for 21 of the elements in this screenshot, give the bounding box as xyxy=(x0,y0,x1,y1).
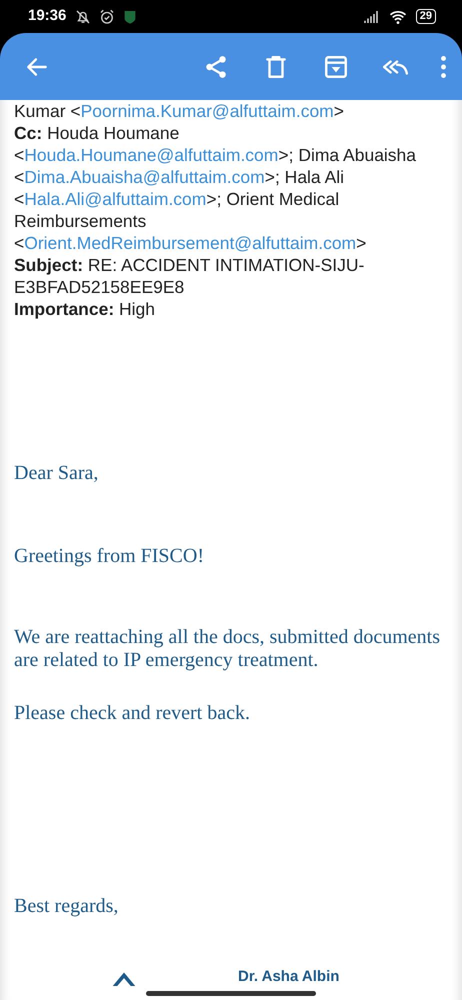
shield-icon xyxy=(122,8,138,24)
email-paragraph: We are reattaching all the docs, submitted documents are related to IP emergency treatment. xyxy=(13,626,442,672)
email-link[interactable]: Poornima.Kumar@alfuttaim.com xyxy=(80,101,334,121)
header-line: Subject: RE: ACCIDENT INTIMATION-SIJU-E3BFAD52158EE9E8 xyxy=(13,254,366,298)
email-link[interactable]: Orient.MedReimbursement@alfuttaim.com xyxy=(24,233,356,253)
trash-icon xyxy=(263,54,289,80)
header-line: Importance: High xyxy=(13,298,156,320)
header-line: Cc: Houda Houmane <Houda.Houmane@alfuttaim.com>; Dima Abuaisha <Dima.Abuaisha@alfuttaim.com>; Hala Ali <Hala.Ali@alfuttaim.com>; Orient Medical Reimbursements <Orient.MedReimbursement@alfuttaim.com> xyxy=(13,122,418,254)
battery-level: 29 xyxy=(416,9,436,24)
email-link[interactable]: Dima.Abuaisha@alfuttaim.com xyxy=(24,167,265,187)
email-paragraph: Please check and revert back. xyxy=(13,702,251,725)
more-icon xyxy=(441,56,446,78)
email-paragraph: Greetings from FISCO! xyxy=(13,545,205,568)
signature-name: Dr. Asha Albin xyxy=(238,966,340,986)
email-paragraph: Dear Sara, xyxy=(13,462,100,485)
header-line: Kumar <Poornima.Kumar@alfuttaim.com> xyxy=(13,100,345,122)
email-link[interactable]: Hala.Ali@alfuttaim.com xyxy=(24,189,206,209)
archive-icon xyxy=(323,54,349,80)
email-paragraph: Best regards, xyxy=(13,895,120,918)
email-link[interactable]: Houda.Houmane@alfuttaim.com xyxy=(24,145,278,165)
status-time: 19:36 xyxy=(28,6,66,26)
